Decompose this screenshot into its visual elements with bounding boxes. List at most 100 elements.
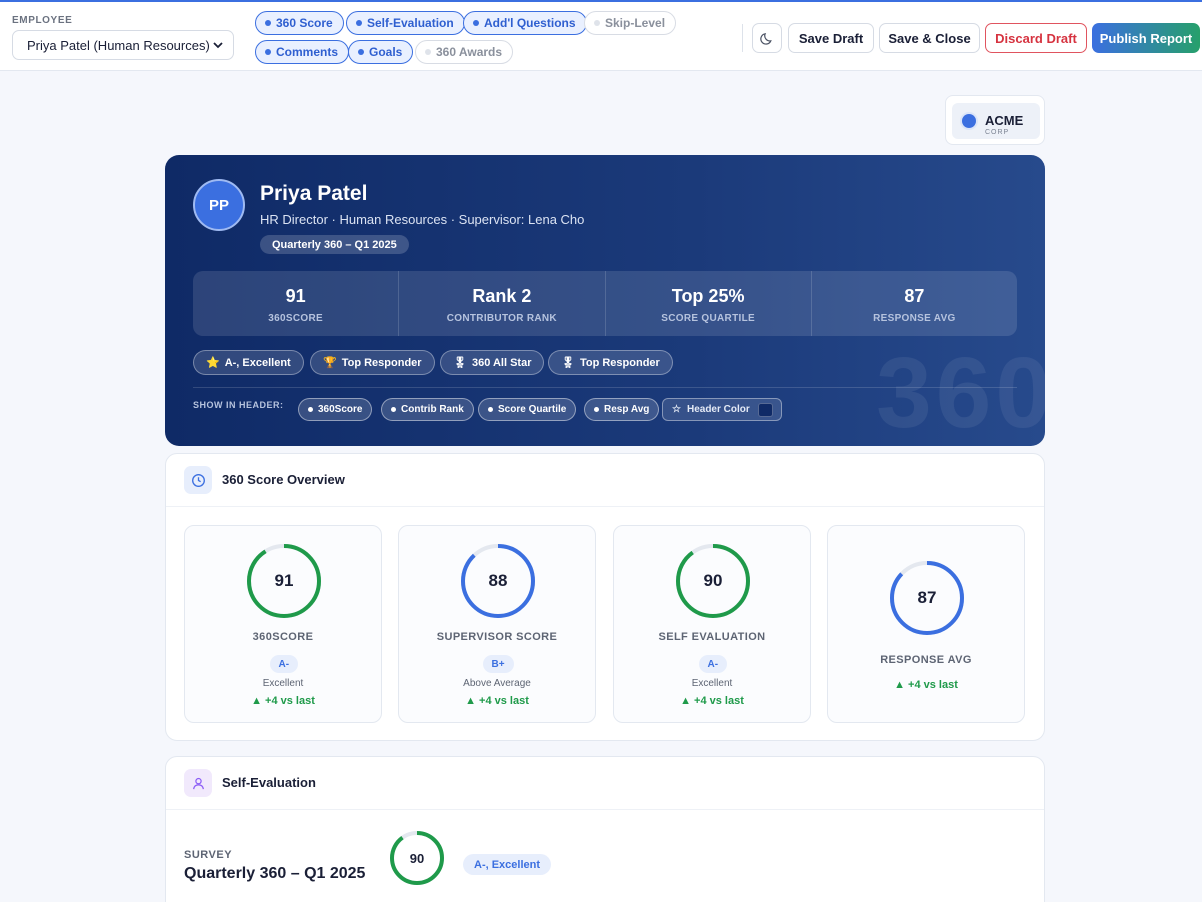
toggle-dot-icon — [391, 407, 396, 412]
self-evaluation-panel: Self-Evaluation SURVEY Quarterly 360 – Q… — [165, 756, 1045, 902]
avatar: PP — [193, 179, 245, 231]
award-badge: 🎖 Top Responder — [548, 350, 673, 375]
chip-label: Goals — [369, 45, 403, 59]
discard-draft-button[interactable]: Discard Draft — [985, 23, 1087, 53]
grade-description: Excellent — [262, 678, 304, 689]
score-card: 91 360SCORE A- Excellent ▲ +4 vs last — [184, 525, 382, 723]
toggle-dot-icon — [594, 407, 599, 412]
self-eval-grade-badge: A-, Excellent — [463, 854, 552, 875]
save-draft-button[interactable]: Save Draft — [788, 23, 874, 53]
publish-report-button[interactable]: Publish Report — [1092, 23, 1200, 53]
stat-label: CONTRIBUTOR RANK — [446, 313, 557, 324]
header-stats: 91 360SCORE Rank 2 CONTRIBUTOR RANK Top 25… — [193, 271, 1017, 336]
chip-dot-icon — [594, 20, 600, 26]
company-logo: ACME CORP — [945, 95, 1045, 145]
toggle-label: Score Quartile — [498, 404, 567, 415]
panel-header: 360 Score Overview — [166, 454, 1044, 507]
header-color-swatch[interactable] — [758, 403, 773, 417]
self-eval-score: 90 — [409, 850, 425, 866]
chip-label: Comments — [276, 45, 339, 59]
chip-comments[interactable]: Comments — [255, 40, 350, 64]
chip-addl-questions[interactable]: Add'l Questions — [463, 11, 587, 35]
chip-dot-icon — [358, 49, 364, 55]
top-toolbar: EMPLOYEE Priya Patel (Human Resources) 3… — [0, 0, 1202, 71]
score-card: 90 SELF EVALUATION A- Excellent ▲ +4 vs last — [613, 525, 811, 723]
toggle-label: Resp Avg — [604, 404, 650, 415]
chip-self-evaluation[interactable]: Self-Evaluation — [346, 11, 465, 35]
panel-header: Self-Evaluation — [166, 757, 1044, 810]
chip-dot-icon — [473, 20, 479, 26]
header-watermark: 360 — [876, 337, 1045, 446]
show-in-header-label: SHOW IN HEADER: — [193, 400, 284, 410]
score-delta: ▲ +4 vs last — [465, 695, 529, 707]
score-delta: ▲ +4 vs last — [680, 695, 744, 707]
grade-description: Above Average — [463, 678, 531, 689]
star-icon: ⭐ — [206, 357, 220, 369]
stat-label: 360SCORE — [268, 313, 323, 324]
moon-icon — [759, 32, 772, 45]
logo-subtitle: CORP — [985, 129, 1010, 136]
score-value: 88 — [488, 571, 508, 590]
chip-skip-level[interactable]: Skip-Level — [584, 11, 677, 35]
award-badge: 🏆 Top Responder — [310, 350, 435, 375]
save-close-button[interactable]: Save & Close — [879, 23, 980, 53]
score-ring: 90 — [674, 542, 752, 620]
period-badge: Quarterly 360 – Q1 2025 — [260, 235, 409, 254]
score-delta: ▲ +4 vs last — [251, 695, 315, 707]
logo-name: ACME — [985, 113, 1024, 128]
badge-label: 360 All Star — [471, 356, 532, 369]
chip-dot-icon — [425, 49, 431, 55]
grade-badge: A- — [269, 655, 299, 673]
stat-value: Top 25% — [671, 286, 745, 306]
survey-name: Quarterly 360 – Q1 2025 — [184, 865, 366, 882]
employee-subtitle: HR Director · Human Resources · Supervis… — [260, 212, 585, 227]
score-label: SUPERVISOR SCORE — [436, 631, 558, 643]
header-toggle-score-quartile[interactable]: Score Quartile — [478, 398, 577, 421]
header-toggle-360score[interactable]: 360Score — [298, 398, 373, 421]
panel-title: 360 Score Overview — [222, 472, 345, 487]
chip-360-awards[interactable]: 360 Awards — [415, 40, 514, 64]
score-label: 360SCORE — [252, 631, 314, 643]
logo-dot-icon — [962, 114, 976, 128]
chip-goals[interactable]: Goals — [348, 40, 414, 64]
score-delta: ▲ +4 vs last — [894, 679, 958, 691]
score-overview-panel: 360 Score Overview 91 360SCORE A- Excellent… — [165, 453, 1045, 741]
score-card: 88 SUPERVISOR SCORE B+ Above Average ▲ +4 vs… — [398, 525, 596, 723]
chip-dot-icon — [356, 20, 362, 26]
employee-select[interactable]: Priya Patel (Human Resources) — [12, 30, 234, 60]
score-ring: 88 — [459, 542, 537, 620]
survey-label: SURVEY — [184, 849, 233, 861]
stat-score-quartile: Top 25% SCORE QUARTILE — [606, 271, 812, 336]
chevron-down-icon — [213, 42, 223, 49]
chip-label: Self-Evaluation — [367, 16, 454, 30]
panel-title: Self-Evaluation — [222, 775, 316, 790]
header-color-picker[interactable]: ☆ Header Color — [662, 398, 782, 421]
header-toggle-contrib-rank[interactable]: Contrib Rank — [381, 398, 474, 421]
score-label: RESPONSE AVG — [880, 654, 972, 666]
score-ring: 87 — [888, 559, 966, 637]
chip-label: 360 Awards — [436, 45, 503, 59]
chip-label: 360 Score — [276, 16, 333, 30]
stat-360score: 91 360SCORE — [193, 271, 400, 336]
medal-icon: 🎖 — [453, 357, 467, 369]
score-label: SELF EVALUATION — [658, 631, 766, 643]
employee-label: EMPLOYEE — [12, 15, 73, 26]
grade-description: Excellent — [691, 678, 733, 689]
stat-value: Rank 2 — [472, 286, 532, 306]
grade-badge: B+ — [482, 655, 514, 673]
chip-dot-icon — [265, 20, 271, 26]
grade-badge: A- — [698, 655, 728, 673]
theme-toggle-button[interactable] — [752, 23, 782, 53]
toggle-dot-icon — [488, 407, 493, 412]
employee-select-value: Priya Patel (Human Resources) — [27, 37, 210, 53]
toggle-label: 360Score — [318, 404, 363, 415]
score-value: 91 — [274, 571, 294, 590]
employee-name: Priya Patel — [260, 182, 368, 205]
header-divider — [193, 387, 1017, 388]
badge-label: Top Responder — [341, 356, 422, 369]
badge-label: Top Responder — [579, 356, 660, 369]
award-badge: 🎖 360 All Star — [440, 350, 545, 375]
chip-360-score[interactable]: 360 Score — [255, 11, 344, 35]
chip-dot-icon — [265, 49, 271, 55]
header-toggle-resp-avg[interactable]: Resp Avg — [584, 398, 660, 421]
